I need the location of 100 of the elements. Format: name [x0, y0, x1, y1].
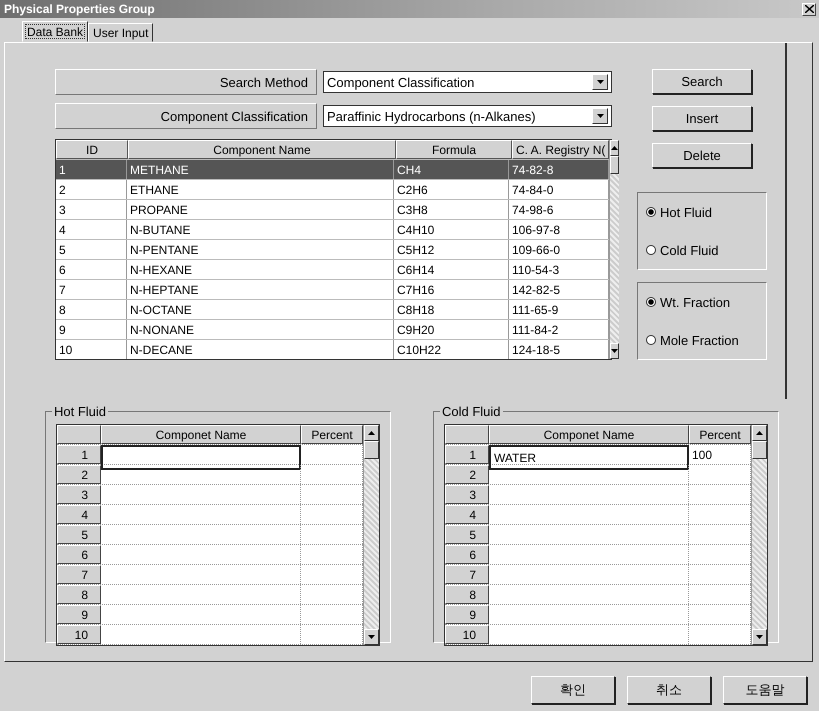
- table-row[interactable]: 7 N-HEPTANE C7H16 142-82-5: [56, 280, 610, 300]
- row-number: 7: [445, 565, 489, 584]
- table-cell: 10: [56, 340, 127, 359]
- table-cell: C7H16: [394, 280, 509, 299]
- table-cell: METHANE: [127, 160, 394, 179]
- radio-label: Hot Fluid: [660, 204, 712, 220]
- table-row[interactable]: 8 N-OCTANE C8H18 111-65-9: [56, 300, 610, 320]
- scroll-up-icon[interactable]: [364, 425, 379, 441]
- row-number: 3: [57, 485, 101, 504]
- table-cell: N-BUTANE: [127, 220, 394, 239]
- grid-cell[interactable]: WATER: [489, 445, 689, 470]
- table-cell: N-NONANE: [127, 320, 394, 339]
- table-cell: 7: [56, 280, 127, 299]
- column-header[interactable]: Percent: [689, 425, 751, 444]
- row-number: 8: [445, 585, 489, 604]
- dialog-button[interactable]: 도움말: [723, 676, 807, 704]
- column-header[interactable]: Percent: [301, 425, 363, 444]
- tab[interactable]: User Input: [88, 23, 154, 42]
- group-title: Cold Fluid: [440, 404, 503, 419]
- scroll-thumb[interactable]: [364, 441, 379, 459]
- table-cell: 6: [56, 260, 127, 279]
- grid-cell[interactable]: [101, 445, 301, 470]
- table-cell: C4H10: [394, 220, 509, 239]
- row-number: 1: [445, 445, 489, 464]
- radio-label: Cold Fluid: [660, 242, 719, 258]
- row-number: 10: [445, 625, 489, 644]
- table-cell: 4: [56, 220, 127, 239]
- table-row[interactable]: 1 METHANE CH4 74-82-8: [56, 160, 610, 180]
- table-row[interactable]: 5 N-PENTANE C5H12 109-66-0: [56, 240, 610, 260]
- row-number: 1: [57, 445, 101, 464]
- tab[interactable]: Data Bank: [22, 21, 88, 42]
- table-cell: N-HEPTANE: [127, 280, 394, 299]
- table-cell: C9H20: [394, 320, 509, 339]
- group-title: Hot Fluid: [52, 404, 108, 419]
- table-cell: 8: [56, 300, 127, 319]
- column-header[interactable]: Componet Name: [489, 425, 689, 444]
- table-cell: PROPANE: [127, 200, 394, 219]
- field-label: Search Method: [55, 69, 317, 95]
- table-row[interactable]: 4 N-BUTANE C4H10 106-97-8: [56, 220, 610, 240]
- table-cell: C6H14: [394, 260, 509, 279]
- scroll-down-icon[interactable]: [610, 343, 620, 359]
- action-button[interactable]: Search: [652, 69, 752, 94]
- table-row[interactable]: 3 PROPANE C3H8 74-98-6: [56, 200, 610, 220]
- dialog-button[interactable]: 취소: [627, 676, 711, 704]
- search-method-dropdown[interactable]: Component Classification: [323, 71, 612, 93]
- scroll-down-icon[interactable]: [364, 629, 379, 645]
- radio-button[interactable]: [646, 245, 656, 255]
- table-cell: C10H22: [394, 340, 509, 359]
- table-cell: CH4: [394, 160, 509, 179]
- radio-label: Wt. Fraction: [660, 294, 730, 310]
- action-button[interactable]: Delete: [652, 143, 752, 168]
- radio-option[interactable]: Cold Fluid: [646, 242, 766, 258]
- row-number: 5: [57, 525, 101, 544]
- column-header[interactable]: ID: [56, 140, 128, 159]
- table-cell: C8H18: [394, 300, 509, 319]
- table-cell: C2H6: [394, 180, 509, 199]
- row-number: 2: [57, 465, 101, 484]
- table-cell: 2: [56, 180, 127, 199]
- column-header[interactable]: Formula: [396, 140, 512, 159]
- scrollbar[interactable]: [363, 425, 379, 645]
- row-number: 7: [57, 565, 101, 584]
- radio-option[interactable]: Mole Fraction: [646, 332, 766, 348]
- table-cell: ETHANE: [127, 180, 394, 199]
- row-number: 6: [57, 545, 101, 564]
- table-cell: 9: [56, 320, 127, 339]
- table-cell: 5: [56, 240, 127, 259]
- radio-button[interactable]: [646, 207, 656, 217]
- scroll-down-icon[interactable]: [752, 629, 767, 645]
- table-row[interactable]: 6 N-HEXANE C6H14 110-54-3: [56, 260, 610, 280]
- table-row[interactable]: 2 ETHANE C2H6 74-84-0: [56, 180, 610, 200]
- scroll-thumb[interactable]: [610, 156, 620, 174]
- row-number: 9: [57, 605, 101, 624]
- row-number: 2: [445, 465, 489, 484]
- row-number: 4: [445, 505, 489, 524]
- table-cell: 1: [56, 160, 127, 179]
- scrollbar[interactable]: [751, 425, 767, 645]
- table-cell: C5H12: [394, 240, 509, 259]
- table-cell: N-PENTANE: [127, 240, 394, 259]
- close-button[interactable]: [802, 2, 816, 16]
- action-button[interactable]: Insert: [652, 106, 752, 131]
- radio-label: Mole Fraction: [660, 332, 739, 348]
- scroll-thumb[interactable]: [752, 441, 767, 459]
- radio-button[interactable]: [646, 297, 656, 307]
- column-header[interactable]: Componet Name: [101, 425, 301, 444]
- table-cell: C3H8: [394, 200, 509, 219]
- scroll-up-icon[interactable]: [752, 425, 767, 441]
- window-title: Physical Properties Group: [4, 2, 155, 16]
- scrollbar[interactable]: [609, 140, 620, 359]
- radio-option[interactable]: Hot Fluid: [646, 204, 766, 220]
- column-header[interactable]: Component Name: [128, 140, 396, 159]
- classification-dropdown[interactable]: Paraffinic Hydrocarbons (n-Alkanes): [323, 105, 612, 127]
- table-cell: N-DECANE: [127, 340, 394, 359]
- radio-option[interactable]: Wt. Fraction: [646, 294, 766, 310]
- table-row[interactable]: 9 N-NONANE C9H20 111-84-2: [56, 320, 610, 340]
- row-number: 6: [445, 545, 489, 564]
- radio-button[interactable]: [646, 335, 656, 345]
- dialog-button[interactable]: 확인: [531, 676, 615, 704]
- scroll-up-icon[interactable]: [610, 140, 620, 156]
- table-cell: 3: [56, 200, 127, 219]
- column-header[interactable]: C. A. Registry N(: [512, 140, 610, 159]
